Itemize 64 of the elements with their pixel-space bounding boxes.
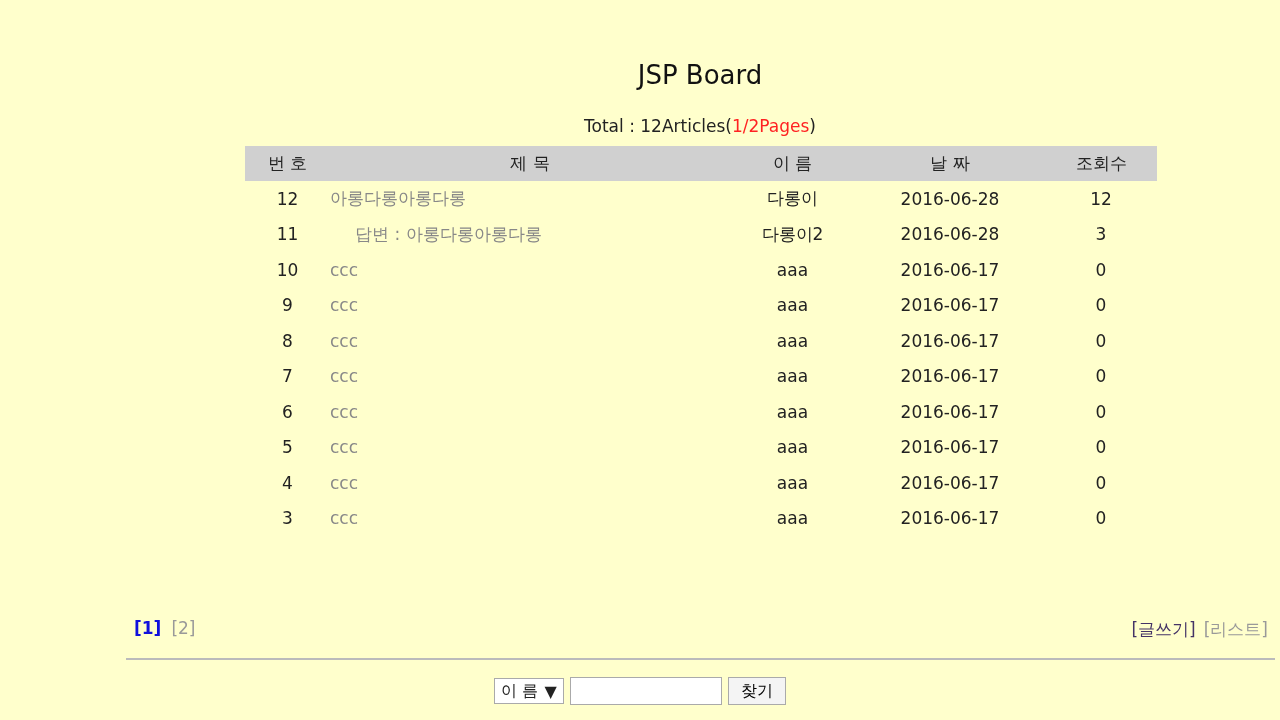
table-cell-text: aaa (775, 294, 810, 318)
article-count: Total : 12Articles(1/2Pages) (584, 116, 816, 136)
post-title-link[interactable]: 답변 : 아롱다롱아롱다롱 (355, 223, 542, 244)
search-field-select[interactable]: 이 름 ▼ (494, 678, 564, 704)
table-cell-text: 2016-06-17 (899, 471, 1001, 495)
table-cell-text: 2016-06-17 (899, 400, 1001, 424)
page-link[interactable]: [2] (171, 618, 196, 641)
table-cell: 다롱이 (730, 181, 855, 217)
column-header: 번 호 (245, 146, 330, 181)
search-input[interactable] (569, 677, 722, 705)
table-cell-text: 0 (1094, 400, 1108, 424)
table-cell-text: 10 (275, 258, 300, 282)
post-title-link[interactable]: ccc (330, 401, 359, 422)
table-cell-text: 0 (1094, 258, 1108, 282)
table-cell-text: aaa (775, 258, 810, 282)
column-header: 조회수 (1045, 146, 1157, 181)
table-cell-text: 2016-06-17 (899, 436, 1001, 460)
table-cell-text: 2016-06-17 (899, 329, 1001, 353)
table-cell-text: 0 (1094, 329, 1108, 353)
table-cell-text: 0 (1094, 471, 1108, 495)
page-link[interactable]: [1] (134, 618, 162, 641)
table-cell-text: aaa (775, 329, 810, 353)
action-link[interactable]: [글쓰기] (1131, 618, 1196, 641)
table-cell: 12 (1045, 181, 1157, 217)
table-cell-text: 3 (281, 507, 294, 531)
table-cell-text: aaa (775, 365, 810, 389)
action-link[interactable]: [리스트] (1203, 618, 1268, 641)
table-cell-text: aaa (775, 507, 810, 531)
post-title-link[interactable]: ccc (330, 472, 359, 493)
table-cell-text: 2016-06-17 (899, 258, 1001, 282)
column-header: 날 짜 (855, 146, 1045, 181)
post-title-link[interactable]: ccc (330, 366, 359, 387)
table-cell-text: 11 (275, 223, 300, 247)
table-cell-text: 9 (281, 294, 294, 318)
table-cell-text: 6 (281, 400, 294, 424)
column-header: 이 름 (730, 146, 855, 181)
post-title-link[interactable]: ccc (330, 330, 359, 351)
table-cell-text: 7 (281, 365, 294, 389)
table-cell-text: 다롱이2 (760, 222, 825, 246)
table-cell-text: aaa (775, 400, 810, 424)
table-cell-text: 2016-06-17 (899, 294, 1001, 318)
table-cell: 12 (245, 181, 330, 217)
table-cell-text: 2016-06-28 (899, 223, 1001, 247)
post-title-link[interactable]: 아롱다롱아롱다롱 (330, 188, 466, 209)
table-cell-text: 2016-06-17 (899, 365, 1001, 389)
table-cell-text: 2016-06-17 (899, 507, 1001, 531)
table-cell-text: 5 (281, 436, 294, 460)
post-title-link[interactable]: ccc (330, 259, 359, 280)
table-cell: 2016-06-28 (855, 181, 1045, 217)
table-cell-text: 0 (1094, 294, 1108, 318)
board-title: JSP Board (635, 59, 764, 92)
table-cell-text: 0 (1094, 507, 1108, 531)
search-button[interactable]: 찾기 (727, 677, 786, 705)
table-cell-text: 0 (1094, 436, 1108, 460)
post-title-link[interactable]: ccc (330, 437, 359, 458)
table-cell-text: 0 (1094, 365, 1108, 389)
table-cell-text: aaa (775, 436, 810, 460)
column-header: 제 목 (330, 146, 730, 181)
table-cell-text: aaa (775, 471, 810, 495)
table-cell-text: 4 (281, 471, 294, 495)
post-title-link[interactable]: ccc (330, 295, 359, 316)
table-cell-text: 3 (1094, 223, 1108, 247)
table-cell-text: 8 (281, 329, 294, 353)
post-title-link[interactable]: ccc (330, 508, 359, 529)
